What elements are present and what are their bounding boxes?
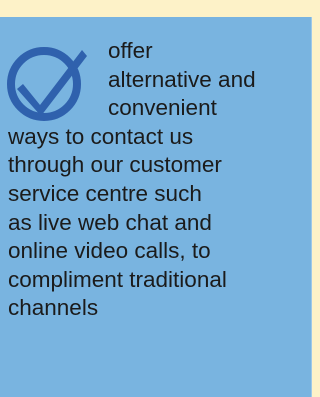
card-text: offer alternative and convenient ways to… [8, 37, 308, 323]
text-line-6: service centre such [8, 180, 202, 206]
text-line-8: online video calls, to [8, 238, 211, 264]
text-line-9: compliment traditional [8, 266, 227, 292]
info-card: offer alternative and convenient ways to… [0, 17, 312, 397]
text-line-4: ways to contact us [8, 123, 194, 149]
text-line-10: channels [8, 295, 99, 321]
text-line-1: offer [108, 38, 153, 63]
text-line-2: alternative and [108, 66, 256, 92]
text-line-3: convenient [108, 95, 217, 121]
text-line-5: through our customer [8, 152, 222, 178]
text-line-7: as live web chat and [8, 209, 212, 235]
